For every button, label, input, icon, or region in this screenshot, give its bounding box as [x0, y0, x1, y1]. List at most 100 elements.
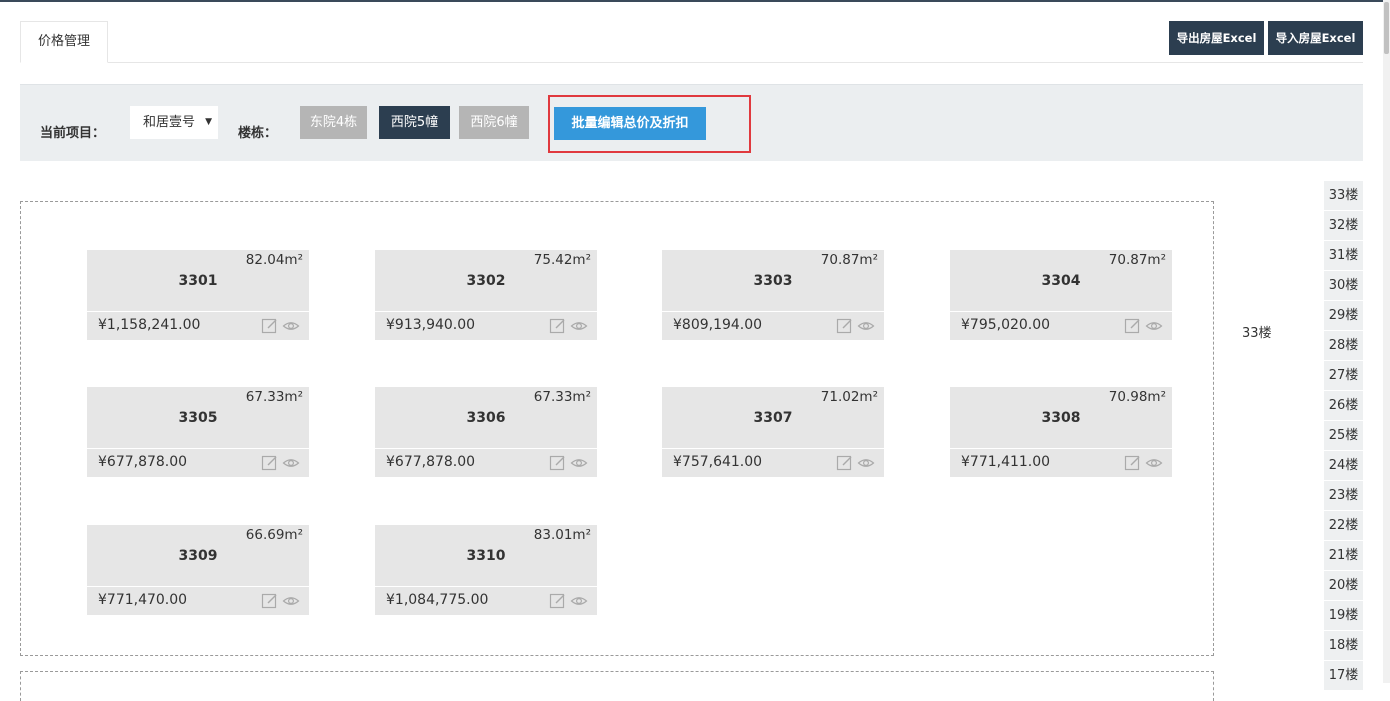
scrollbar-track[interactable] — [1383, 0, 1390, 683]
building-button-west5[interactable]: 西院5幢 — [379, 106, 450, 139]
edit-icon[interactable] — [261, 454, 279, 472]
card-divider — [87, 311, 309, 312]
floor-block-next — [20, 671, 1214, 701]
edit-icon[interactable] — [261, 317, 279, 335]
room-area: 70.98m² — [1108, 389, 1166, 405]
floor-block-33: 82.04m² 3301 ¥1,158,241.00 75.42m² 3302 ¥913,… — [20, 201, 1214, 656]
eye-icon[interactable] — [282, 454, 300, 472]
room-card[interactable]: 67.33m² 3305 ¥677,878.00 — [87, 387, 309, 477]
room-price: ¥1,158,241.00 — [98, 317, 201, 333]
edit-icon[interactable] — [836, 317, 854, 335]
room-number: 3310 — [466, 548, 506, 564]
export-excel-button[interactable]: 导出房屋Excel — [1169, 21, 1264, 55]
room-number: 3308 — [1041, 410, 1081, 426]
import-excel-button[interactable]: 导入房屋Excel — [1268, 21, 1363, 55]
card-divider — [87, 448, 309, 449]
room-number: 3305 — [178, 410, 218, 426]
eye-icon[interactable] — [570, 592, 588, 610]
floor-nav-item[interactable]: 28楼 — [1324, 331, 1363, 360]
room-area: 82.04m² — [245, 252, 303, 268]
room-area: 67.33m² — [245, 389, 303, 405]
room-price: ¥913,940.00 — [386, 317, 476, 333]
eye-icon[interactable] — [570, 317, 588, 335]
eye-icon[interactable] — [570, 454, 588, 472]
floor-nav-item[interactable]: 22楼 — [1324, 511, 1363, 540]
eye-icon[interactable] — [857, 317, 875, 335]
filter-bar: 当前项目： 和居壹号 ▼ 楼栋： 东院4栋 西院5幢 西院6幢 批量编辑总价及折… — [20, 84, 1363, 161]
room-area: 71.02m² — [820, 389, 878, 405]
project-select-value: 和居壹号 — [143, 115, 196, 130]
card-divider — [662, 311, 884, 312]
edit-icon[interactable] — [549, 317, 567, 335]
room-price: ¥677,878.00 — [386, 454, 476, 470]
room-card[interactable]: 71.02m² 3307 ¥757,641.00 — [662, 387, 884, 477]
building-button-east4[interactable]: 东院4栋 — [300, 106, 367, 139]
eye-icon[interactable] — [1145, 317, 1163, 335]
project-select[interactable]: 和居壹号 ▼ — [130, 106, 218, 139]
edit-icon[interactable] — [836, 454, 854, 472]
room-card[interactable]: 70.87m² 3303 ¥809,194.00 — [662, 250, 884, 340]
room-card[interactable]: 83.01m² 3310 ¥1,084,775.00 — [375, 525, 597, 615]
card-divider — [375, 448, 597, 449]
card-divider — [87, 586, 309, 587]
floor-nav-item[interactable]: 26楼 — [1324, 391, 1363, 420]
room-number: 3304 — [1041, 273, 1081, 289]
edit-icon[interactable] — [549, 592, 567, 610]
tab-bar: 价格管理 — [20, 21, 1363, 63]
edit-icon[interactable] — [549, 454, 567, 472]
batch-edit-button[interactable]: 批量编辑总价及折扣 — [554, 107, 706, 140]
card-divider — [375, 311, 597, 312]
floor-nav-item[interactable]: 24楼 — [1324, 451, 1363, 480]
eye-icon[interactable] — [1145, 454, 1163, 472]
room-number: 3307 — [753, 410, 793, 426]
room-area: 75.42m² — [533, 252, 591, 268]
scrollbar-thumb[interactable] — [1384, 2, 1389, 54]
floor-nav-item[interactable]: 25楼 — [1324, 421, 1363, 450]
floor-nav-item[interactable]: 33楼 — [1324, 181, 1363, 210]
project-label: 当前项目： — [40, 126, 106, 141]
building-label: 楼栋： — [238, 126, 278, 141]
card-divider — [950, 448, 1172, 449]
eye-icon[interactable] — [282, 317, 300, 335]
floor-nav-item[interactable]: 31楼 — [1324, 241, 1363, 270]
floor-nav-item[interactable]: 23楼 — [1324, 481, 1363, 510]
card-divider — [950, 311, 1172, 312]
room-price: ¥677,878.00 — [98, 454, 188, 470]
room-price: ¥757,641.00 — [673, 454, 763, 470]
room-number: 3306 — [466, 410, 506, 426]
floor-nav-item[interactable]: 32楼 — [1324, 211, 1363, 240]
building-button-west6[interactable]: 西院6幢 — [459, 106, 529, 139]
room-price: ¥771,411.00 — [961, 454, 1051, 470]
card-divider — [375, 586, 597, 587]
edit-icon[interactable] — [261, 592, 279, 610]
room-price: ¥771,470.00 — [98, 592, 188, 608]
room-number: 3302 — [466, 273, 506, 289]
room-card[interactable]: 66.69m² 3309 ¥771,470.00 — [87, 525, 309, 615]
room-card[interactable]: 70.87m² 3304 ¥795,020.00 — [950, 250, 1172, 340]
floor-nav-item[interactable]: 29楼 — [1324, 301, 1363, 330]
edit-icon[interactable] — [1124, 317, 1142, 335]
room-price: ¥1,084,775.00 — [386, 592, 489, 608]
room-area: 83.01m² — [533, 527, 591, 543]
tab-price-management[interactable]: 价格管理 — [20, 21, 108, 63]
room-card[interactable]: 67.33m² 3306 ¥677,878.00 — [375, 387, 597, 477]
floor-nav-item[interactable]: 27楼 — [1324, 361, 1363, 390]
floor-nav-item[interactable]: 20楼 — [1324, 571, 1363, 600]
floor-nav-item[interactable]: 19楼 — [1324, 601, 1363, 630]
room-card[interactable]: 70.98m² 3308 ¥771,411.00 — [950, 387, 1172, 477]
room-card[interactable]: 75.42m² 3302 ¥913,940.00 — [375, 250, 597, 340]
eye-icon[interactable] — [282, 592, 300, 610]
eye-icon[interactable] — [857, 454, 875, 472]
room-area: 70.87m² — [820, 252, 878, 268]
room-card[interactable]: 82.04m² 3301 ¥1,158,241.00 — [87, 250, 309, 340]
edit-icon[interactable] — [1124, 454, 1142, 472]
room-number: 3309 — [178, 548, 218, 564]
room-area: 66.69m² — [245, 527, 303, 543]
floor-nav-item[interactable]: 17楼 — [1324, 661, 1363, 690]
floor-nav-item[interactable]: 21楼 — [1324, 541, 1363, 570]
chevron-down-icon: ▼ — [205, 117, 212, 127]
top-border — [0, 0, 1390, 2]
floor-nav-item[interactable]: 30楼 — [1324, 271, 1363, 300]
floor-label: 33楼 — [1242, 326, 1272, 341]
floor-nav-item[interactable]: 18楼 — [1324, 631, 1363, 660]
